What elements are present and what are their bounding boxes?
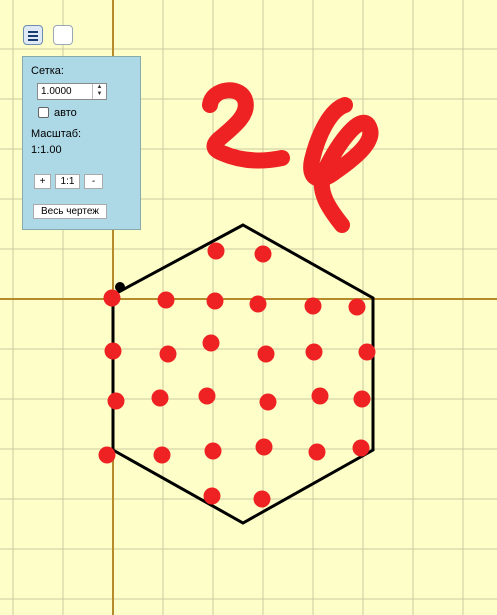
red-dot [107, 392, 125, 410]
red-dot [353, 390, 371, 408]
red-dot [157, 291, 175, 309]
dots-group [98, 242, 376, 508]
settings-panel: Сетка: 1.0000 ▲ ▼ авто Масштаб: 1:1.00 +… [22, 56, 141, 230]
grid-size-spinner[interactable]: ▲ ▼ [92, 84, 106, 99]
fit-drawing-button[interactable]: Весь чертеж [33, 204, 107, 219]
handwritten-digit-4 [303, 97, 379, 233]
red-dot [202, 334, 220, 352]
red-dot [153, 446, 171, 464]
red-dot [207, 242, 225, 260]
red-dot [304, 297, 322, 315]
blank-tool-button[interactable] [53, 25, 73, 45]
zoom-in-button[interactable]: + [34, 174, 51, 189]
red-dot [348, 298, 366, 316]
red-dot [198, 387, 216, 405]
scale-value: 1:1.00 [31, 144, 62, 156]
red-dot [206, 292, 224, 310]
red-dot [308, 443, 326, 461]
red-dot [255, 438, 273, 456]
red-dot [204, 442, 222, 460]
spin-up-icon[interactable]: ▲ [93, 84, 106, 91]
red-dot [311, 387, 329, 405]
red-dot [159, 345, 177, 363]
red-dot [254, 245, 272, 263]
menu-button[interactable] [23, 25, 43, 45]
red-dot [259, 393, 277, 411]
auto-checkbox[interactable] [38, 107, 49, 118]
zoom-reset-button[interactable]: 1:1 [55, 174, 80, 189]
red-dot [151, 389, 169, 407]
zoom-out-button[interactable]: - [84, 174, 103, 189]
red-dot [257, 345, 275, 363]
red-dot [253, 490, 271, 508]
handwritten-digit-2 [202, 82, 290, 169]
spin-down-icon[interactable]: ▼ [93, 91, 106, 98]
handwriting-24 [202, 82, 379, 233]
red-dot [352, 439, 370, 457]
auto-label: авто [54, 107, 77, 119]
red-dot [98, 446, 116, 464]
red-dot [249, 295, 267, 313]
vertex-marker [115, 282, 125, 292]
red-dot [358, 343, 376, 361]
red-dot [104, 342, 122, 360]
red-dot [103, 289, 121, 307]
scale-label: Масштаб: [31, 128, 82, 140]
red-dot [203, 487, 221, 505]
grid-label: Сетка: [31, 65, 64, 77]
red-dot [305, 343, 323, 361]
hexagon [111, 223, 375, 525]
